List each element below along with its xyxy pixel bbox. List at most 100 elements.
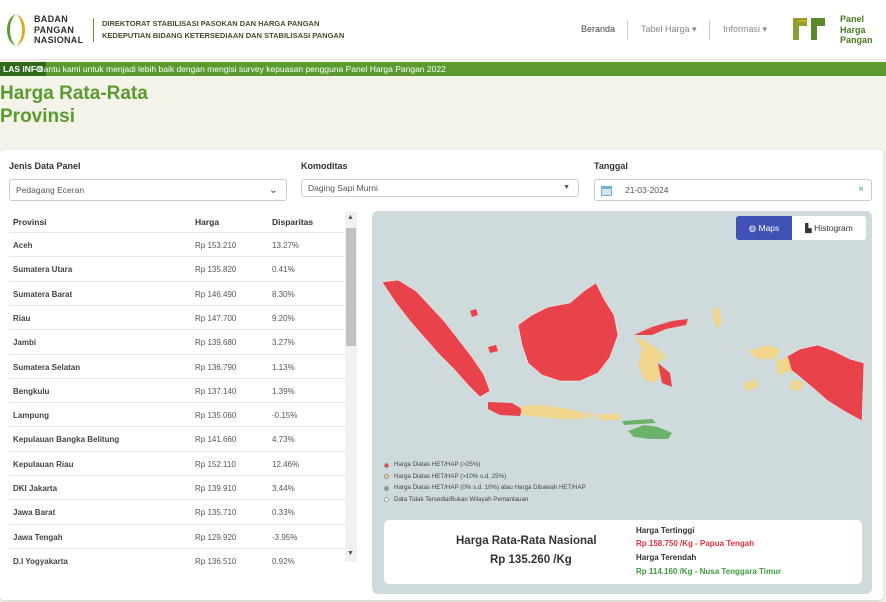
- disparity-cell: 12.46%: [272, 459, 300, 469]
- map-panel: ◍ Maps ▙ Histogram Harga Diatas HET/HAP …: [372, 211, 872, 594]
- scroll-up-arrow-icon[interactable]: ▲: [347, 214, 354, 221]
- nav-tabel-harga[interactable]: Tabel Harga ▾: [641, 24, 697, 35]
- column-header-provinsi[interactable]: Provinsi: [13, 217, 47, 227]
- province-name-cell: Lampung: [13, 411, 49, 421]
- region-maluku: [748, 345, 780, 359]
- legend-dot-icon: [384, 497, 389, 502]
- directorate-line-1: DIREKTORAT STABILISASI PASOKAN DAN HARGA…: [102, 19, 320, 28]
- price-cell: Rp 153.210: [195, 241, 237, 250]
- chevron-down-icon: ▾: [692, 24, 697, 34]
- clear-icon[interactable]: ×: [858, 180, 864, 200]
- legend-dot-icon: [384, 485, 389, 491]
- region-kalimantan: [517, 282, 619, 382]
- province-name-cell: Jawa Tengah: [13, 532, 63, 542]
- price-cell: Rp 129.920: [195, 532, 237, 542]
- legend-label: Data Tidak Tersedia/Bukan Wilayah Pemant…: [394, 495, 529, 503]
- price-cell: Rp 141.660: [195, 435, 237, 445]
- nav-separator: [709, 20, 710, 40]
- table-row[interactable]: Riau Rp 147.700 9.20%: [9, 304, 345, 329]
- page-title: Harga Rata-Rata Provinsi: [0, 82, 148, 128]
- column-header-disparitas[interactable]: Disparitas: [272, 217, 313, 227]
- disparity-cell: 8.30%: [272, 289, 295, 299]
- disparity-cell: 1.13%: [272, 362, 295, 372]
- disparity-cell: 0.41%: [272, 265, 295, 275]
- bapanas-logo-icon[interactable]: [2, 12, 30, 48]
- tanggal-value: 21-03-2024: [625, 185, 669, 195]
- logo-line-2: PANGAN: [34, 24, 75, 35]
- table-row[interactable]: Jambi Rp 139.680 3.27%: [9, 329, 345, 353]
- disparity-cell: 0.33%: [272, 508, 295, 518]
- table-row[interactable]: Sumatera Utara Rp 135.820 0.41%: [9, 256, 345, 280]
- tanggal-label: Tanggal: [594, 161, 628, 171]
- province-name-cell: DKI Jakarta: [13, 484, 58, 493]
- disparity-cell: 3.27%: [272, 338, 295, 348]
- region-bali: [588, 413, 594, 418]
- tanggal-date-input[interactable]: 21-03-2024 ×: [594, 179, 872, 201]
- table-scrollbar[interactable]: ▲ ▼: [345, 212, 357, 562]
- legend-item: Harga Diatas HET/HAP (>25%): [384, 459, 586, 471]
- lowest-price-value: Rp 114.160 /Kg - Nusa Tenggara Timur: [636, 567, 782, 576]
- region-ntt: [628, 425, 672, 439]
- national-average-value: Rp 135.260 /Kg: [490, 554, 572, 566]
- panel-harga-pangan-logo-icon[interactable]: [790, 14, 830, 44]
- panel-logo-line-1: Panel: [840, 14, 865, 24]
- table-row[interactable]: Sumatera Barat Rp 146.490 8.30%: [9, 280, 345, 305]
- table-row[interactable]: D.I Yogyakarta Rp 136.510 0.92%: [9, 547, 345, 572]
- province-name-cell: Kepulauan Riau: [13, 459, 74, 469]
- legend-label: Harga Diatas HET/HAP (>10% s.d. 25%): [394, 472, 507, 480]
- region-java-west: [488, 402, 522, 416]
- chevron-down-icon: ⌄: [268, 184, 278, 196]
- bapanas-logo-text: BADAN PANGAN NASIONAL: [34, 14, 83, 46]
- info-ticker-text[interactable]: Bantu kami untuk menjadi lebih baik deng…: [38, 62, 446, 76]
- caret-down-icon: ▼: [563, 184, 570, 191]
- price-cell: Rp 139.680: [195, 338, 237, 348]
- table-row[interactable]: DKI Jakarta Rp 139.910 3.44%: [9, 475, 345, 499]
- price-cell: Rp 136.510: [195, 556, 237, 566]
- province-name-cell: Jawa Barat: [13, 508, 56, 518]
- province-name-cell: Sumatera Barat: [13, 289, 73, 299]
- table-row[interactable]: Kepulauan Riau Rp 152.110 12.46%: [9, 450, 345, 475]
- komoditas-select[interactable]: Daging Sapi Murni ▼: [301, 179, 579, 197]
- logo-line-1: BADAN: [34, 14, 68, 24]
- province-name-cell: Jambi: [13, 338, 37, 348]
- province-name-cell: Kepulauan Bangka Belitung: [13, 435, 120, 445]
- nav-informasi[interactable]: Informasi ▾: [723, 24, 767, 35]
- jenis-data-panel-label: Jenis Data Panel: [9, 161, 81, 171]
- komoditas-label: Komoditas: [301, 161, 348, 171]
- nav-tabel-label: Tabel Harga: [641, 24, 690, 34]
- top-header: BADAN PANGAN NASIONAL DIREKTORAT STABILI…: [0, 0, 886, 60]
- calendar-icon[interactable]: [601, 185, 612, 196]
- table-row[interactable]: Aceh Rp 153.210 13.27%: [9, 232, 345, 256]
- table-row[interactable]: Kepulauan Bangka Belitung Rp 141.660 4.73%: [9, 426, 345, 450]
- chevron-down-icon: ▾: [762, 24, 768, 34]
- scrollbar-thumb[interactable]: [346, 228, 356, 346]
- panel-logo-line-2: Harga: [840, 24, 866, 35]
- header-divider: [93, 18, 94, 42]
- price-cell: Rp 135.710: [195, 508, 237, 518]
- legend-dot-icon: [384, 474, 389, 479]
- price-cell: Rp 147.700: [195, 313, 237, 323]
- disparity-cell: 4.73%: [272, 435, 295, 445]
- legend-item: Data Tidak Tersedia/Bukan Wilayah Pemant…: [384, 494, 586, 506]
- column-header-harga[interactable]: Harga: [195, 217, 219, 227]
- indonesia-price-map[interactable]: [372, 211, 872, 451]
- province-name-cell: Bengkulu: [13, 386, 50, 396]
- logo-line-3: NASIONAL: [34, 35, 84, 45]
- table-row[interactable]: Lampung Rp 135.060 -0.15%: [9, 402, 345, 426]
- national-average-title: Harga Rata-Rata Nasional: [456, 535, 597, 547]
- table-row[interactable]: Sumatera Selatan Rp 136.790 1.13%: [9, 353, 345, 378]
- jenis-data-panel-select[interactable]: Pedagang Eceran ⌄: [9, 179, 287, 201]
- region-java-central-east: [520, 405, 586, 419]
- price-cell: Rp 135.820: [195, 265, 237, 275]
- scroll-down-arrow-icon[interactable]: ▼: [347, 550, 354, 557]
- table-row[interactable]: Bengkulu Rp 137.140 1.39%: [9, 377, 345, 402]
- page-title-line-1: Harga Rata-Rata: [0, 83, 148, 104]
- panel-harga-pangan-logo-text: Panel Harga Pangan: [840, 14, 873, 46]
- price-cell: Rp 152.110: [195, 459, 236, 469]
- legend-label: Harga Diatas HET/HAP (>25%): [394, 461, 481, 468]
- table-row[interactable]: Jawa Tengah Rp 129.920 -3.95%: [9, 523, 345, 548]
- nav-beranda[interactable]: Beranda: [581, 24, 615, 34]
- directorate-line-2: KEDEPUTIAN BIDANG KETERSEDIAAN DAN STABI…: [102, 31, 345, 40]
- disparity-cell: -0.15%: [272, 411, 298, 421]
- table-row[interactable]: Jawa Barat Rp 135.710 0.33%: [9, 499, 345, 523]
